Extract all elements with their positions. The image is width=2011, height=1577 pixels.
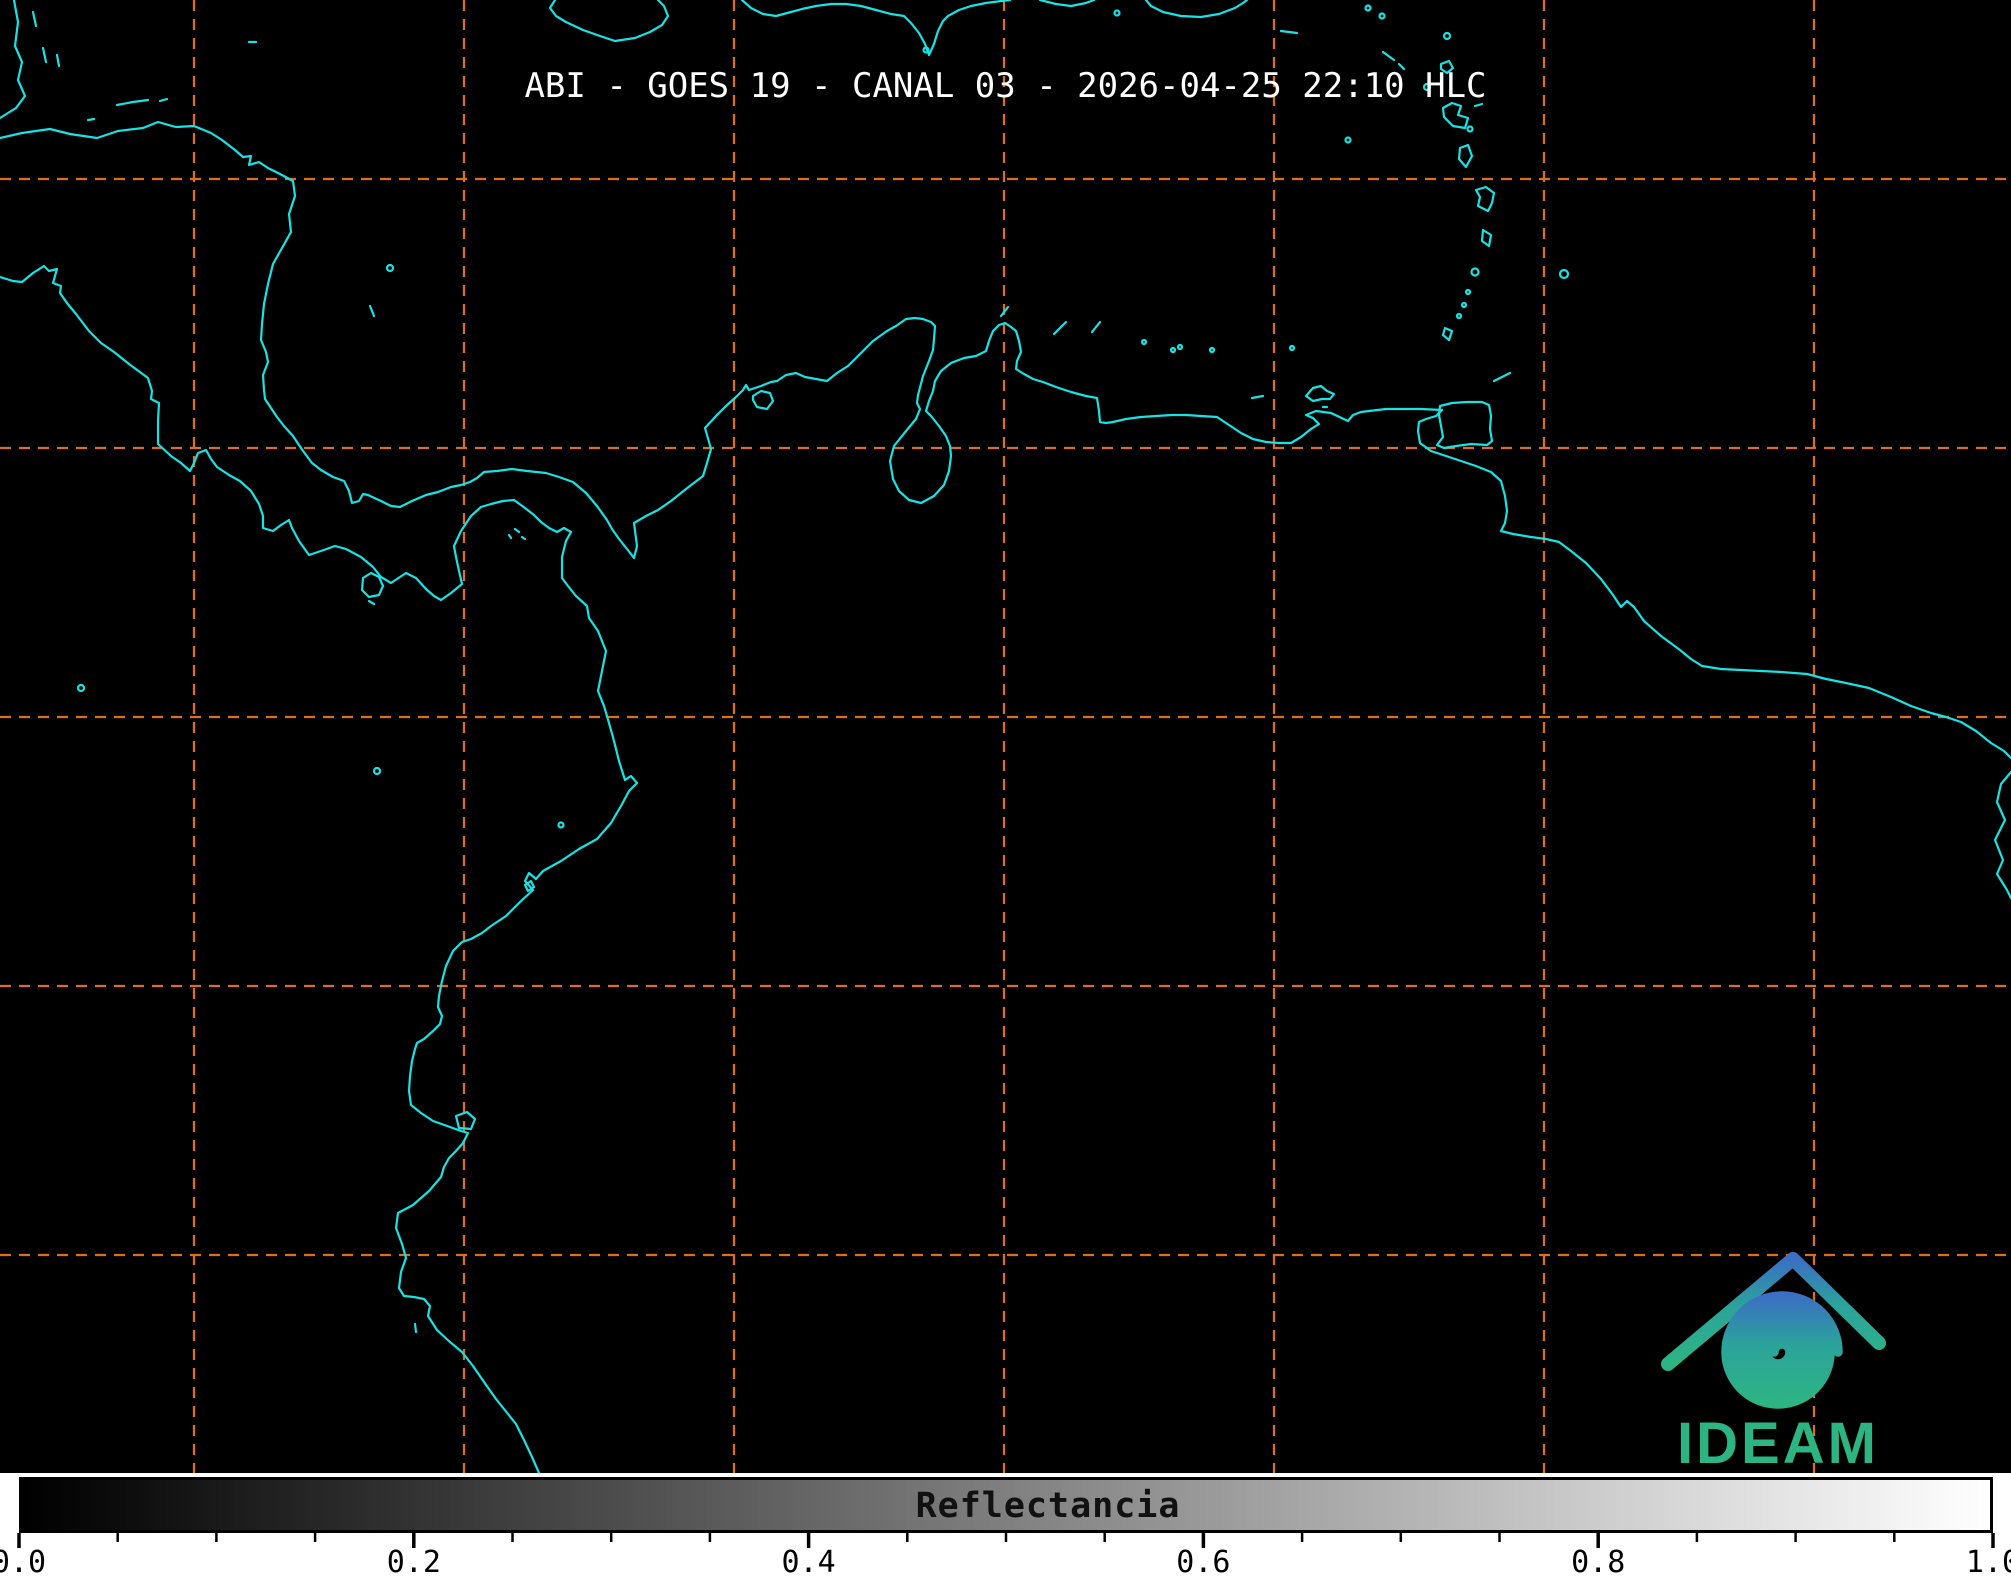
- ideam-logo: IDEAM: [1668, 1259, 1879, 1473]
- coco-island: [78, 685, 84, 691]
- curacao-island: [1054, 322, 1066, 334]
- malpelo-island: [374, 768, 380, 774]
- bonaire-island: [1092, 322, 1100, 332]
- colorbar-tick-label: 0.0: [0, 1545, 46, 1577]
- image-title: ABI - GOES 19 - CANAL 03 - 2026-04-25 22…: [0, 66, 2011, 106]
- colorbar-tick-label: 1.0: [1966, 1545, 2011, 1577]
- gorgona-island: [559, 823, 564, 828]
- providencia-island: [387, 265, 393, 271]
- satellite-image-viewer: IDEAM ABI - GOES 19 - CANAL 03 - 2026-04…: [0, 0, 2011, 1577]
- lobos-island: [415, 1324, 416, 1332]
- colorbar-tick-label: 0.2: [387, 1545, 441, 1577]
- belize-cayes: [33, 12, 59, 66]
- colorbar-tick-label: 0.6: [1176, 1545, 1230, 1577]
- map-canvas: IDEAM ABI - GOES 19 - CANAL 03 - 2026-04…: [0, 0, 2011, 1473]
- logo-wordmark: IDEAM: [1677, 1411, 1879, 1473]
- las-perlas-islands: [509, 529, 525, 539]
- coastline-hispaniola-se: [1040, 0, 1094, 6]
- cienaga-lagoon: [753, 391, 773, 409]
- coastline-puerto-rico: [1146, 0, 1247, 17]
- isla-beata: [924, 48, 929, 53]
- map-svg: IDEAM: [0, 0, 2011, 1473]
- margarita-island: [1306, 386, 1334, 407]
- colorbar-tick-label: 0.4: [782, 1545, 836, 1577]
- venezuelan-islands: [1142, 138, 1351, 399]
- puna-island: [456, 1112, 475, 1129]
- coastline-jamaica: [550, 0, 668, 41]
- logo-spiral: [1726, 1296, 1838, 1404]
- coastline-amapa: [1995, 772, 2011, 898]
- colorbar-tick-label: 0.8: [1571, 1545, 1625, 1577]
- coastline-hispaniola: [742, 0, 1010, 55]
- colorbar-ticks: [0, 1473, 2011, 1577]
- san-andres-island: [370, 306, 374, 316]
- coastlines: [0, 0, 2011, 1473]
- islands: [78, 6, 1568, 1333]
- coastline-caribbean-mainland: [0, 122, 2011, 758]
- latlon-gridlines: [0, 0, 2011, 1473]
- trinidad-island: [1437, 402, 1492, 448]
- coiba-island: [362, 573, 383, 604]
- mona-island: [1115, 11, 1120, 16]
- colorbar-panel: Reflectancia 0.00.20.40.60.81.0: [0, 1473, 2011, 1577]
